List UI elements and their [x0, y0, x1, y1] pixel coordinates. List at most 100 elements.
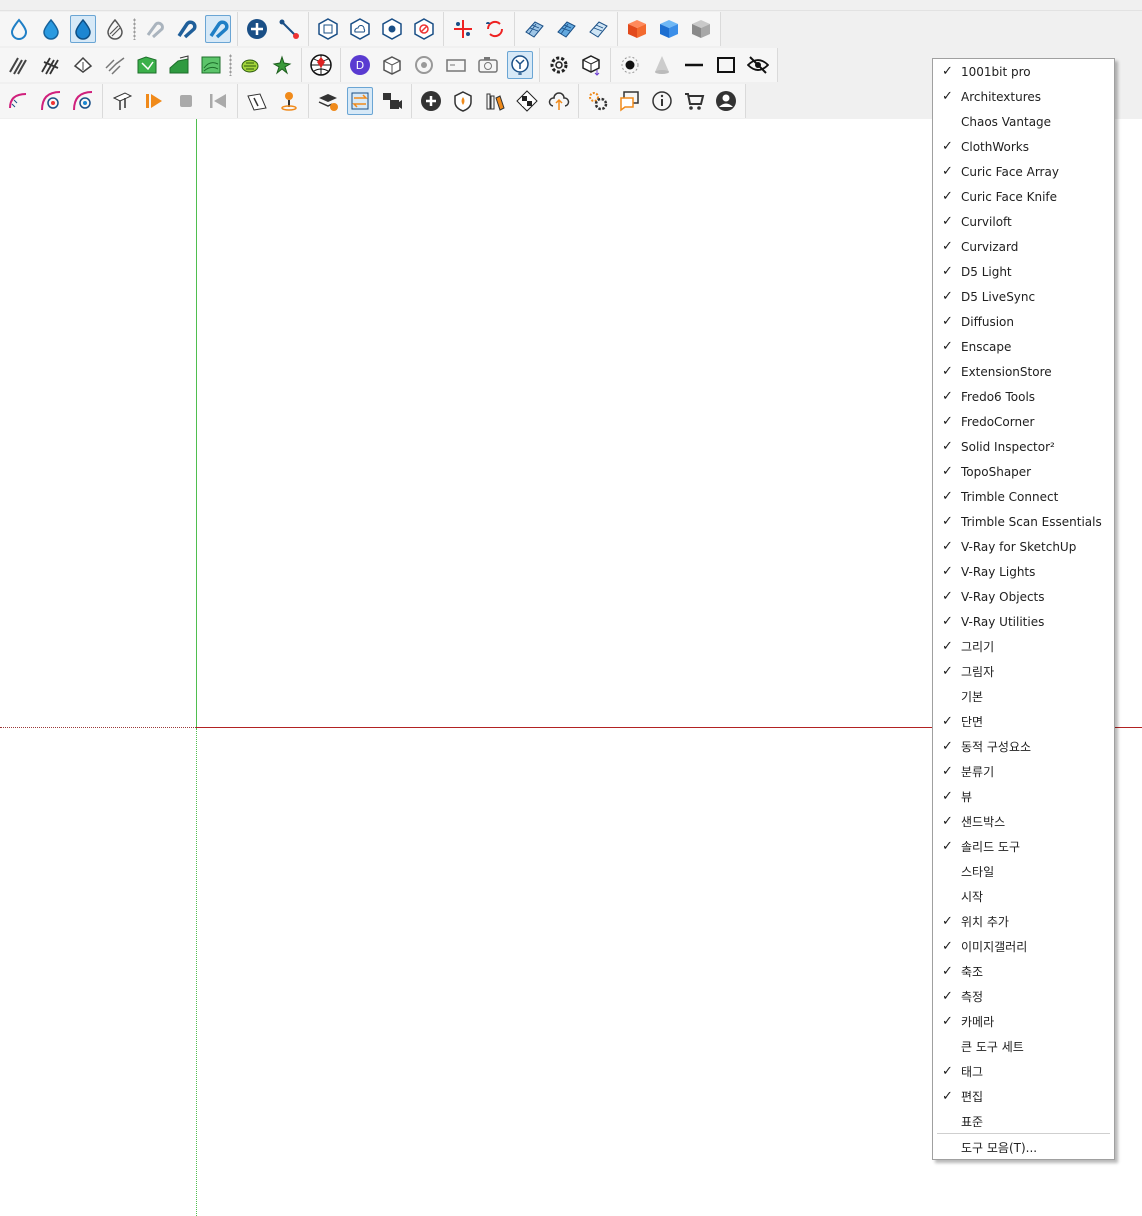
menu-item[interactable]: ✓ ExtensionStore — [934, 359, 1113, 384]
cube-red-icon[interactable] — [624, 15, 650, 43]
menu-item[interactable]: ✓ 단면 — [934, 709, 1113, 734]
hatch-diagonal-icon[interactable] — [6, 51, 32, 79]
mesh-grid-icon[interactable] — [521, 15, 547, 43]
menu-item[interactable]: ✓ Architextures — [934, 84, 1113, 109]
magnet-icon[interactable] — [173, 15, 199, 43]
menu-item[interactable]: ✓ 축조 — [934, 959, 1113, 984]
menu-item[interactable]: ✓ 태그 — [934, 1059, 1113, 1084]
menu-item[interactable]: ✓ 1001bit pro — [934, 59, 1113, 84]
cube-blue-icon[interactable] — [656, 15, 682, 43]
books-icon[interactable] — [482, 87, 508, 115]
magnet-active-icon[interactable] — [205, 15, 231, 43]
menu-item[interactable]: 큰 도구 세트 — [934, 1034, 1113, 1059]
refresh-cloud-icon[interactable] — [482, 15, 508, 43]
menu-item[interactable]: ✓ Fredo6 Tools — [934, 384, 1113, 409]
water-drop-outline-icon[interactable] — [6, 15, 32, 43]
add-circle-icon[interactable] — [244, 15, 270, 43]
globe-sphere-icon[interactable] — [308, 51, 334, 79]
menu-item[interactable]: ✓ V-Ray Objects — [934, 584, 1113, 609]
menu-item[interactable]: ✓ 카메라 — [934, 1009, 1113, 1034]
menu-item[interactable]: ✓ D5 Light — [934, 259, 1113, 284]
stop-icon[interactable] — [173, 87, 199, 115]
menu-item[interactable]: 기본 — [934, 684, 1113, 709]
purple-badge-icon[interactable]: D — [347, 51, 373, 79]
arc-red-icon[interactable] — [6, 87, 32, 115]
shield-flame-icon[interactable] — [450, 87, 476, 115]
menu-item[interactable]: ✓ Trimble Connect — [934, 484, 1113, 509]
menu-item[interactable]: ✓ Curviloft — [934, 209, 1113, 234]
box-download-icon[interactable] — [578, 51, 604, 79]
play-orange-icon[interactable] — [141, 87, 167, 115]
leaf-star-icon[interactable] — [269, 51, 295, 79]
checker-icon[interactable] — [514, 87, 540, 115]
menu-item[interactable]: ✓ TopoShaper — [934, 459, 1113, 484]
hexagon-box-icon[interactable] — [315, 15, 341, 43]
chat-square-icon[interactable] — [617, 87, 643, 115]
camera-icon[interactable] — [475, 51, 501, 79]
menu-item[interactable]: ✓ Curic Face Knife — [934, 184, 1113, 209]
gear-outline-icon[interactable] — [546, 51, 572, 79]
menu-item[interactable]: 표준 — [934, 1109, 1113, 1134]
menu-item[interactable]: ✓ Curic Face Array — [934, 159, 1113, 184]
menu-item[interactable]: ✓ 이미지갤러리 — [934, 934, 1113, 959]
terrain-slope-icon[interactable] — [166, 51, 192, 79]
menu-item[interactable]: ✓ Trimble Scan Essentials — [934, 509, 1113, 534]
menu-item[interactable]: ✓ ClothWorks — [934, 134, 1113, 159]
pin-orange-icon[interactable] — [276, 87, 302, 115]
hexagon-dot-icon[interactable] — [379, 15, 405, 43]
mesh-grid-blue-icon[interactable] — [553, 15, 579, 43]
magnet-faded-icon[interactable] — [141, 15, 167, 43]
plus-circle-dark-icon[interactable] — [418, 87, 444, 115]
mesh-grid-light-icon[interactable] — [585, 15, 611, 43]
gears-icon[interactable] — [585, 87, 611, 115]
box-3d-icon[interactable] — [379, 51, 405, 79]
spiral-green-icon[interactable] — [237, 51, 263, 79]
cloud-upload-icon[interactable] — [546, 87, 572, 115]
menu-item[interactable]: ✓ V-Ray Lights — [934, 559, 1113, 584]
hatch-cross-icon[interactable] — [38, 51, 64, 79]
menu-item[interactable]: ✓ 그림자 — [934, 659, 1113, 684]
orbit-icon[interactable] — [411, 51, 437, 79]
slope-person-icon[interactable] — [244, 87, 270, 115]
camera-frame-icon[interactable] — [443, 51, 469, 79]
menu-item[interactable]: 시작 — [934, 884, 1113, 909]
hexagon-cancel-icon[interactable] — [411, 15, 437, 43]
layers-play-icon[interactable] — [315, 87, 341, 115]
menu-item[interactable]: ✓ D5 LiveSync — [934, 284, 1113, 309]
hexagon-cloud-icon[interactable] — [347, 15, 373, 43]
menu-item[interactable]: ✓ Solid Inspector² — [934, 434, 1113, 459]
terrain-green-icon[interactable] — [134, 51, 160, 79]
menu-item[interactable]: ✓ V-Ray Utilities — [934, 609, 1113, 634]
line-icon[interactable] — [681, 51, 707, 79]
menu-item[interactable]: ✓ 동적 구성요소 — [934, 734, 1113, 759]
hatch-light-icon[interactable] — [102, 51, 128, 79]
menu-item[interactable]: ✓ 뷰 — [934, 784, 1113, 809]
dot-circle-icon[interactable] — [617, 51, 643, 79]
menu-item[interactable]: 스타일 — [934, 859, 1113, 884]
menu-item[interactable]: ✓ Curvizard — [934, 234, 1113, 259]
menu-item[interactable]: ✓ 그리기 — [934, 634, 1113, 659]
menu-item[interactable]: ✓ 편집 — [934, 1084, 1113, 1109]
water-drop-icon[interactable] — [38, 15, 64, 43]
menu-item[interactable]: ✓ FredoCorner — [934, 409, 1113, 434]
menu-item[interactable]: ✓ 분류기 — [934, 759, 1113, 784]
user-circle-icon[interactable] — [713, 87, 739, 115]
cone-icon[interactable] — [649, 51, 675, 79]
menu-item[interactable]: ✓ Diffusion — [934, 309, 1113, 334]
arc-target-blue-icon[interactable] — [70, 87, 96, 115]
line-node-icon[interactable] — [276, 15, 302, 43]
menu-item[interactable]: ✓ 솔리드 도구 — [934, 834, 1113, 859]
eye-hidden-icon[interactable] — [745, 51, 771, 79]
cube-gray-icon[interactable] — [688, 15, 714, 43]
water-drop-filled-icon[interactable] — [70, 15, 96, 43]
swap-arrows-icon[interactable] — [347, 87, 373, 115]
roof-arrows-icon[interactable] — [70, 51, 96, 79]
video-grid-icon[interactable] — [379, 87, 405, 115]
water-drop-hatched-icon[interactable] — [102, 15, 128, 43]
beam-icon[interactable] — [109, 87, 135, 115]
menu-item[interactable]: ✓ 위치 추가 — [934, 909, 1113, 934]
menu-item-toolbars[interactable]: 도구 모음(T)... — [934, 1135, 1113, 1160]
cart-icon[interactable] — [681, 87, 707, 115]
skip-back-icon[interactable] — [205, 87, 231, 115]
contour-icon[interactable] — [198, 51, 224, 79]
